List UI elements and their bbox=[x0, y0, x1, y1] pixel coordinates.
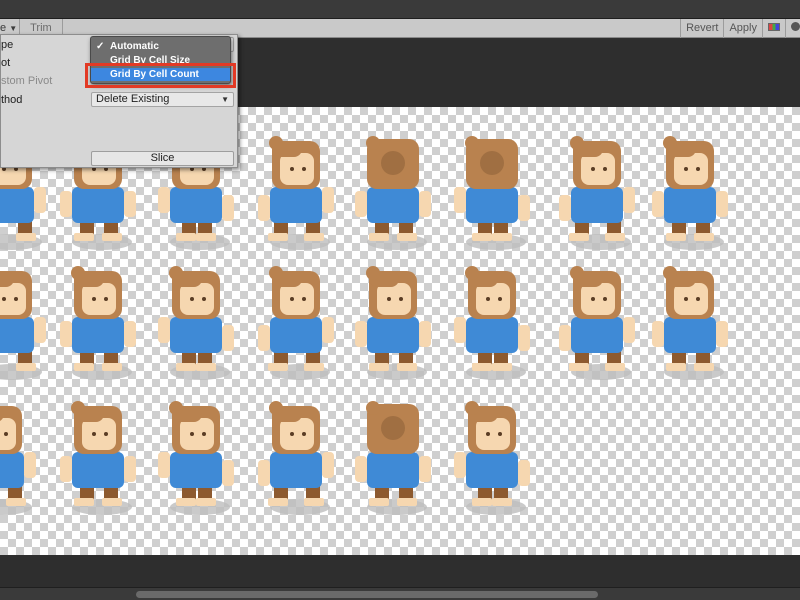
window-top-strip bbox=[0, 0, 800, 19]
chevron-down-icon: ▼ bbox=[221, 95, 229, 104]
type-label: pe bbox=[1, 39, 14, 51]
character-sprite-frame[interactable] bbox=[454, 401, 530, 515]
character-sprite-frame[interactable] bbox=[60, 401, 136, 515]
character-sprite-frame[interactable] bbox=[258, 266, 334, 380]
sprite-sheet-texture[interactable] bbox=[0, 107, 800, 555]
custom-pivot-label: stom Pivot bbox=[1, 75, 53, 87]
alpha-toggle-button[interactable] bbox=[785, 18, 800, 38]
dropdown-arrow-icon: ▼ bbox=[9, 23, 18, 33]
character-sprite-frame[interactable] bbox=[158, 401, 234, 515]
slice-button[interactable]: Slice bbox=[91, 151, 234, 166]
character-sprite-frame[interactable] bbox=[158, 266, 234, 380]
method-dropdown[interactable]: Delete Existing ▼ bbox=[91, 92, 234, 107]
apply-button[interactable]: Apply bbox=[723, 18, 762, 38]
character-sprite-frame[interactable] bbox=[355, 136, 431, 250]
character-sprite-frame[interactable] bbox=[0, 266, 46, 380]
horizontal-scrollbar[interactable] bbox=[0, 587, 800, 600]
checkmark-icon: ✓ bbox=[96, 41, 105, 52]
character-sprite-frame[interactable] bbox=[652, 266, 728, 380]
slice-type-menu-label: e bbox=[0, 21, 7, 34]
pivot-label: ot bbox=[1, 57, 11, 69]
highlight-annotation-box bbox=[85, 63, 236, 88]
sprite-editor-window: e ▼ Trim Revert Apply pe ot stom Pivot t… bbox=[0, 0, 800, 600]
character-sprite-frame[interactable] bbox=[60, 266, 136, 380]
character-sprite-frame[interactable] bbox=[0, 401, 36, 515]
revert-button[interactable]: Revert bbox=[680, 18, 723, 38]
character-sprite-frame[interactable] bbox=[258, 136, 334, 250]
method-dropdown-value: Delete Existing bbox=[96, 93, 170, 105]
character-sprite-frame[interactable] bbox=[355, 401, 431, 515]
character-sprite-frame[interactable] bbox=[652, 136, 728, 250]
character-sprite-frame[interactable] bbox=[258, 401, 334, 515]
character-sprite-frame[interactable] bbox=[454, 266, 530, 380]
character-sprite-frame[interactable] bbox=[559, 136, 635, 250]
sprite-frames bbox=[0, 136, 728, 515]
character-sprite-frame[interactable] bbox=[454, 136, 530, 250]
scrollbar-thumb[interactable] bbox=[136, 591, 598, 598]
alpha-toggle-icon bbox=[791, 21, 800, 31]
menu-item-automatic[interactable]: ✓ Automatic bbox=[91, 40, 230, 53]
character-sprite-frame[interactable] bbox=[559, 266, 635, 380]
character-sprite-frame[interactable] bbox=[355, 266, 431, 380]
menu-item-label: Automatic bbox=[110, 41, 159, 52]
rgb-channels-icon bbox=[768, 22, 780, 31]
channel-toggle-button[interactable] bbox=[762, 18, 785, 38]
method-label: thod bbox=[1, 94, 23, 106]
toolbar-right-group: Revert Apply bbox=[680, 18, 800, 38]
